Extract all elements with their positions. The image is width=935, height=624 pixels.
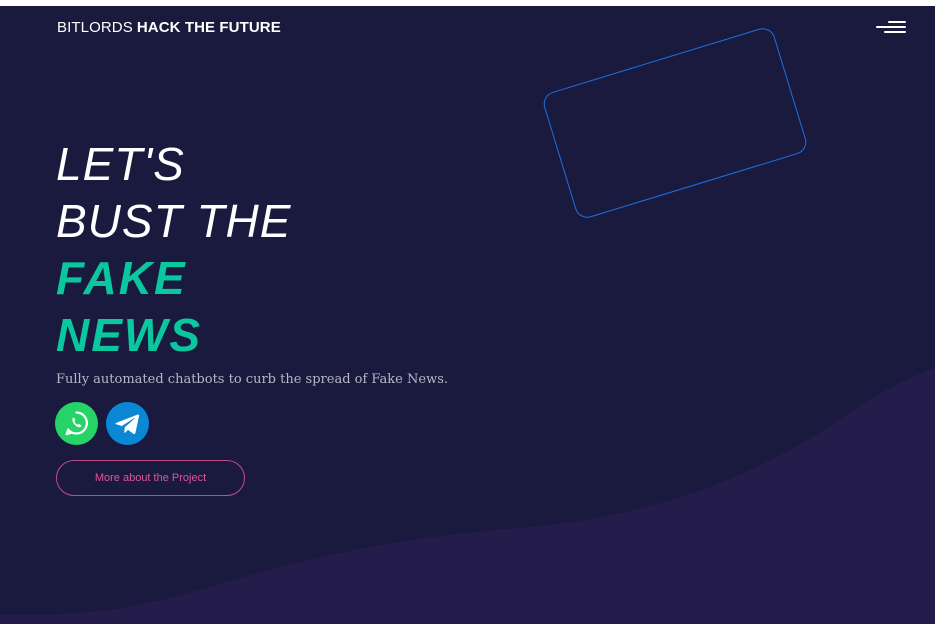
more-about-project-button[interactable]: More about the Project <box>56 460 245 496</box>
menu-line-bottom <box>884 31 906 33</box>
hero-line-1: LET'S <box>56 138 185 190</box>
telegram-button[interactable] <box>106 402 149 445</box>
whatsapp-button[interactable] <box>55 402 98 445</box>
brand-tagline: HACK THE FUTURE <box>136 19 281 36</box>
hamburger-menu-icon[interactable] <box>874 19 908 37</box>
hero-subtitle: Fully automated chatbots to curb the spr… <box>56 372 449 387</box>
hero-accent-line-1: FAKE <box>56 252 187 304</box>
hero-accent-line-2: NEWS <box>56 309 202 361</box>
whatsapp-icon <box>65 411 88 436</box>
menu-line-middle <box>876 26 906 28</box>
landing-page: BITLORDS HACK THE FUTURE LET'S BUST THE F… <box>0 6 935 624</box>
brand-logo[interactable]: BITLORDS HACK THE FUTURE <box>57 19 281 36</box>
hero-line-2: BUST THE <box>56 195 292 247</box>
menu-line-top <box>888 21 906 23</box>
hero-headline: LET'S BUST THE FAKE NEWS <box>56 136 291 364</box>
telegram-icon <box>115 414 140 435</box>
brand-name: BITLORDS <box>57 19 133 36</box>
